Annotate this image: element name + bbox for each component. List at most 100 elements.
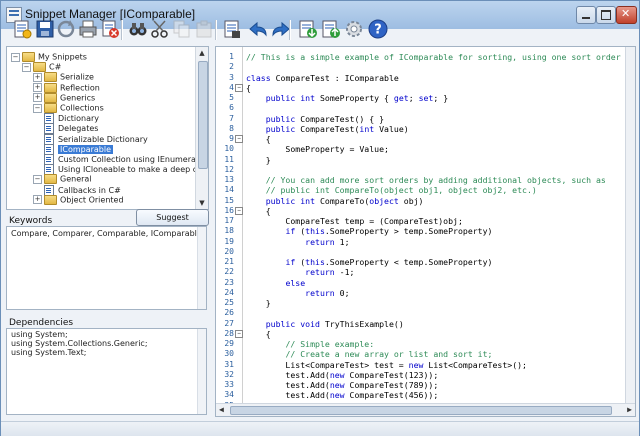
settings-icon[interactable] xyxy=(343,18,365,40)
refresh-icon[interactable] xyxy=(55,18,77,40)
toolbar-separator xyxy=(121,20,123,40)
tree-scrollbar[interactable]: ▲ ▼ xyxy=(195,47,208,209)
code-text: return 1; xyxy=(305,236,350,247)
code-text: test.Add(new CompareTest(123)); xyxy=(246,369,439,380)
collapse-icon[interactable]: − xyxy=(11,52,20,62)
line-number: 17 xyxy=(224,216,234,225)
tree-item[interactable]: − Collections xyxy=(33,103,104,113)
line-number: 16 xyxy=(224,205,234,215)
tree-item[interactable]: + Generics xyxy=(33,92,95,103)
paste-icon[interactable] xyxy=(193,18,215,40)
new-snippet-icon[interactable] xyxy=(11,18,33,40)
tree-item-label: Object Oriented xyxy=(60,195,124,205)
export-icon[interactable] xyxy=(320,18,342,40)
line-number: 9 xyxy=(229,134,234,143)
properties-icon[interactable] xyxy=(221,18,243,40)
tree-item-label: Custom Collection using IEnumerable xyxy=(58,155,209,164)
line-number: 29 xyxy=(224,339,234,348)
scroll-up-icon[interactable]: ▲ xyxy=(198,49,206,57)
scroll-down-icon[interactable]: ▼ xyxy=(198,199,206,207)
scroll-left-icon[interactable]: ◀ xyxy=(219,405,224,414)
find-binoculars-icon[interactable] xyxy=(127,18,149,40)
collapse-icon[interactable]: − xyxy=(22,62,31,72)
tree-item[interactable]: Delegates xyxy=(44,123,98,135)
scroll-right-icon[interactable]: ▶ xyxy=(627,405,632,414)
print-icon[interactable] xyxy=(77,18,99,40)
folder-icon xyxy=(44,174,57,185)
line-number: 33 xyxy=(224,380,234,389)
svg-text:?: ? xyxy=(374,23,382,38)
keywords-value: Compare, Comparer, Comparable, IComparab… xyxy=(11,229,202,238)
code-editor[interactable]: 1 // This is a simple example of ICompara… xyxy=(215,46,636,417)
code-text: test.Add(new CompareTest(456)); xyxy=(246,390,439,401)
dependencies-scrollbar[interactable] xyxy=(197,329,206,414)
editor-hscroll-thumb[interactable] xyxy=(230,406,612,415)
status-bar xyxy=(1,421,639,436)
tree-item[interactable]: + Serialize xyxy=(33,72,94,83)
fold-toggle-icon[interactable]: − xyxy=(235,329,243,338)
line-number: 3 xyxy=(229,72,234,82)
copy-icon[interactable] xyxy=(171,18,193,40)
code-line: 15 public int CompareTo(object obj) xyxy=(216,196,628,206)
editor-horizontal-scrollbar[interactable]: ◀ ▶ xyxy=(216,403,635,416)
help-icon[interactable]: ? xyxy=(367,18,389,40)
tree-item[interactable]: − C# xyxy=(22,62,61,73)
cut-icon[interactable] xyxy=(149,18,171,40)
line-number: 4 xyxy=(229,82,234,92)
collapse-icon[interactable]: − xyxy=(33,174,42,184)
tree-item[interactable]: − General xyxy=(33,174,92,185)
redo-icon[interactable] xyxy=(269,18,291,40)
tree-item[interactable]: Custom Collection using IEnumerable xyxy=(44,154,209,165)
code-text: public CompareTest() { } xyxy=(265,113,385,124)
expand-icon[interactable]: + xyxy=(33,83,42,93)
code-line: 21 if (this.SomeProperty < temp.SomeProp… xyxy=(216,257,628,267)
code-text: // public int CompareTo(object obj1, obj… xyxy=(265,185,537,196)
code-text: CompareTest temp = (CompareTest)obj; xyxy=(246,216,463,226)
save-icon[interactable] xyxy=(34,18,56,40)
fold-toggle-icon[interactable]: − xyxy=(235,206,243,215)
expand-icon[interactable]: + xyxy=(33,93,42,103)
line-number: 32 xyxy=(224,369,234,379)
code-text: public void TryThisExample() xyxy=(265,318,404,329)
dependencies-field[interactable]: using System; using System.Collections.G… xyxy=(6,328,207,415)
line-number: 26 xyxy=(224,308,234,318)
snippet-tree[interactable]: − My Snippets − C# + Serialize + Reflection + Gen… xyxy=(6,46,209,210)
fold-toggle-icon[interactable]: − xyxy=(235,83,243,92)
code-line: 20 xyxy=(216,247,628,257)
code-text: public int SomeProperty { get; set; } xyxy=(265,93,449,103)
editor-vertical-scrollbar[interactable] xyxy=(625,47,635,416)
suggest-keywords-button[interactable]: Suggest Keywords xyxy=(136,209,209,237)
tree-item[interactable]: + Object Oriented xyxy=(33,194,124,205)
code-text: // You can add more sort orders by addin… xyxy=(265,175,606,185)
keywords-field[interactable]: Compare, Comparer, Comparable, IComparab… xyxy=(6,226,207,310)
code-line: 5 public int SomeProperty { get; set; } xyxy=(216,93,628,103)
expand-icon[interactable]: + xyxy=(33,72,42,82)
code-line: 25 } xyxy=(216,298,628,308)
tree-item[interactable]: Using ICloneable to make a deep copy xyxy=(44,164,209,176)
expand-icon[interactable]: + xyxy=(33,195,42,205)
tree-item[interactable]: Callbacks in C# xyxy=(44,184,121,196)
import-icon[interactable] xyxy=(297,18,319,40)
line-number: 31 xyxy=(224,359,234,369)
tree-item[interactable]: Serializable Dictionary xyxy=(44,133,148,145)
collapse-icon[interactable]: − xyxy=(33,103,42,113)
code-text: } xyxy=(246,154,271,165)
tree-item[interactable]: + Reflection xyxy=(33,82,100,93)
tree-scroll-thumb[interactable] xyxy=(198,61,208,169)
delete-icon[interactable] xyxy=(99,18,121,40)
tree-item[interactable]: IComparable xyxy=(44,143,114,155)
fold-toggle-icon[interactable]: − xyxy=(235,135,243,143)
tree-item[interactable]: − My Snippets xyxy=(11,52,87,62)
tree-item-label: Serialize xyxy=(60,72,94,82)
folder-icon xyxy=(22,52,35,62)
keywords-scrollbar[interactable] xyxy=(197,227,206,309)
undo-icon[interactable] xyxy=(246,18,268,40)
code-text: List<CompareTest> test = new List<Compar… xyxy=(246,359,527,370)
line-number: 7 xyxy=(229,113,234,123)
code-text: public int CompareTo(object obj) xyxy=(265,195,424,206)
folder-icon xyxy=(44,72,57,83)
tree-item[interactable]: Dictionary xyxy=(44,113,99,125)
toolbar: ? xyxy=(1,16,639,46)
tree-item-label: Using ICloneable to make a deep copy xyxy=(58,165,209,175)
code-line: 26 xyxy=(216,308,628,318)
